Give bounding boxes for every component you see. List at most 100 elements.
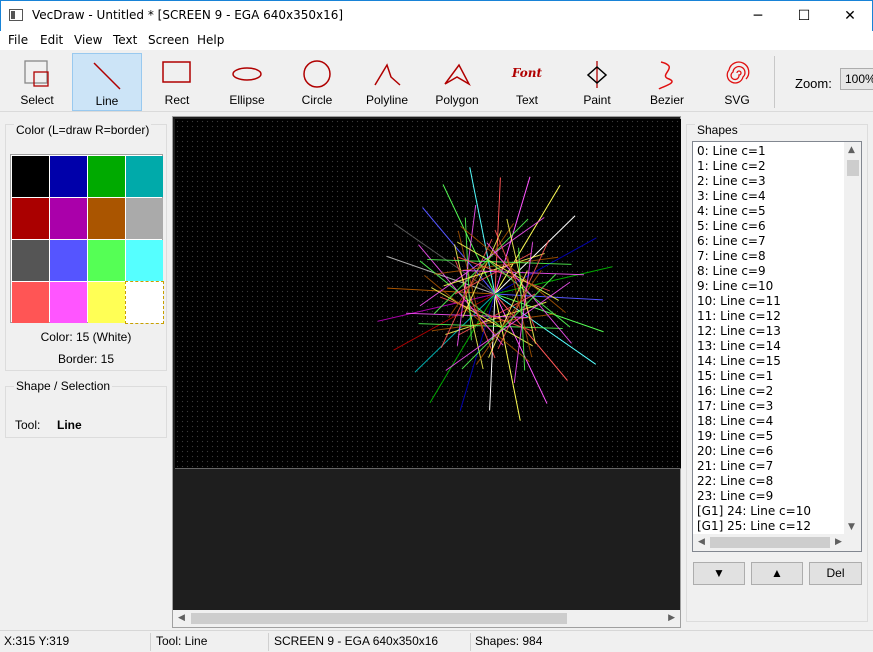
palette-swatch[interactable] bbox=[50, 282, 87, 323]
shape-list-item[interactable]: [G1] 24: Line c=10 bbox=[697, 504, 811, 519]
palette-swatch[interactable] bbox=[125, 281, 164, 324]
menu-screen[interactable]: Screen bbox=[148, 33, 189, 47]
palette-swatch[interactable] bbox=[126, 198, 163, 239]
tool-bezier[interactable]: Bezier bbox=[632, 53, 702, 111]
status-screen: SCREEN 9 - EGA 640x350x16 bbox=[274, 634, 439, 648]
shape-list-item[interactable]: 0: Line c=1 bbox=[697, 144, 766, 159]
palette-swatch[interactable] bbox=[12, 198, 49, 239]
shape-list-item[interactable]: 16: Line c=2 bbox=[697, 384, 773, 399]
shape-list-item[interactable]: 23: Line c=9 bbox=[697, 489, 773, 504]
tool-paint[interactable]: Paint bbox=[562, 53, 632, 111]
shape-list-item[interactable]: 12: Line c=13 bbox=[697, 324, 781, 339]
palette-swatch[interactable] bbox=[88, 240, 125, 281]
shape-list-item[interactable]: 3: Line c=4 bbox=[697, 189, 766, 204]
move-up-button[interactable]: ▲ bbox=[751, 562, 803, 585]
menu-edit[interactable]: Edit bbox=[40, 33, 63, 47]
maximize-icon: ☐ bbox=[797, 8, 811, 24]
app-icon bbox=[9, 9, 23, 21]
tool-circle[interactable]: Circle bbox=[282, 53, 352, 111]
shape-list-item[interactable]: 14: Line c=15 bbox=[697, 354, 781, 369]
shape-list-item[interactable]: 6: Line c=7 bbox=[697, 234, 766, 249]
drawing-canvas[interactable] bbox=[175, 119, 681, 469]
minimize-button[interactable]: ─ bbox=[735, 1, 781, 31]
palette-swatch[interactable] bbox=[50, 240, 87, 281]
close-button[interactable]: ✕ bbox=[827, 1, 873, 31]
tool-polygon[interactable]: Polygon bbox=[422, 53, 492, 111]
palette-swatch[interactable] bbox=[88, 198, 125, 239]
shape-list-item[interactable]: 5: Line c=6 bbox=[697, 219, 766, 234]
shapes-hscroll-thumb[interactable] bbox=[710, 537, 830, 548]
tool-value: Line bbox=[57, 418, 82, 432]
shapes-scroll-thumb[interactable] bbox=[847, 160, 859, 176]
shapes-scroll-left-icon[interactable]: ◀ bbox=[698, 537, 705, 547]
svg-spiral-icon bbox=[726, 61, 750, 84]
zoom-field[interactable]: 100% bbox=[840, 68, 873, 90]
shape-list-item[interactable]: 13: Line c=14 bbox=[697, 339, 781, 354]
tool-svg[interactable]: SVG bbox=[702, 53, 772, 111]
tool-circle-label: Circle bbox=[301, 93, 333, 107]
palette-swatch[interactable] bbox=[88, 156, 125, 197]
tool-polyline[interactable]: Polyline bbox=[352, 53, 422, 111]
shape-list-item[interactable]: 15: Line c=1 bbox=[697, 369, 773, 384]
palette-swatch[interactable] bbox=[50, 156, 87, 197]
canvas-scroll-thumb[interactable] bbox=[191, 613, 567, 624]
scroll-right-icon[interactable]: ▶ bbox=[668, 613, 675, 623]
tool-bezier-label: Bezier bbox=[649, 93, 684, 107]
status-separator bbox=[268, 633, 269, 651]
shapes-horizontal-scrollbar[interactable]: ◀ ▶ bbox=[693, 534, 861, 551]
shape-list-item[interactable]: 7: Line c=8 bbox=[697, 249, 766, 264]
shape-list-item[interactable]: 17: Line c=3 bbox=[697, 399, 773, 414]
tool-line[interactable]: Line bbox=[72, 53, 142, 111]
shapes-list[interactable]: [G1] 25: Line c=12 [G1] 24: Line c=10 23: … bbox=[692, 141, 862, 552]
palette-swatch[interactable] bbox=[12, 282, 49, 323]
palette-swatch[interactable] bbox=[88, 282, 125, 323]
status-shape-count: Shapes: 984 bbox=[475, 634, 543, 648]
shape-list-item[interactable]: 18: Line c=4 bbox=[697, 414, 773, 429]
tool-label: Tool: bbox=[15, 418, 41, 432]
palette-swatch[interactable] bbox=[126, 240, 163, 281]
palette-swatch[interactable] bbox=[12, 156, 49, 197]
palette-swatch[interactable] bbox=[50, 198, 87, 239]
status-bar: X:315 Y:319 Tool: Line SCREEN 9 - EGA 64… bbox=[0, 630, 873, 652]
palette-swatch[interactable] bbox=[12, 240, 49, 281]
shape-list-item[interactable]: 10: Line c=11 bbox=[697, 294, 781, 309]
tool-text[interactable]: Font Text bbox=[492, 53, 562, 111]
palette-swatch[interactable] bbox=[126, 156, 163, 197]
tool-select[interactable]: Select bbox=[2, 53, 72, 111]
status-tool: Tool: Line bbox=[156, 634, 208, 648]
shape-list-item[interactable]: 19: Line c=5 bbox=[697, 429, 773, 444]
rect-icon bbox=[162, 61, 191, 83]
menu-help[interactable]: Help bbox=[197, 33, 224, 47]
scroll-left-icon[interactable]: ◀ bbox=[178, 613, 185, 623]
shape-list-item[interactable]: 4: Line c=5 bbox=[697, 204, 766, 219]
tool-rect[interactable]: Rect bbox=[142, 53, 212, 111]
border-value: Border: 15 bbox=[57, 352, 115, 366]
canvas-horizontal-scrollbar[interactable]: ◀ ▶ bbox=[173, 610, 680, 627]
toolbar-separator bbox=[774, 56, 775, 108]
shape-list-item[interactable]: 22: Line c=8 bbox=[697, 474, 773, 489]
menu-text[interactable]: Text bbox=[113, 33, 137, 47]
shape-list-item[interactable]: [G1] 25: Line c=12 bbox=[697, 519, 811, 534]
delete-button[interactable]: Del bbox=[809, 562, 862, 585]
tool-text-label: Text bbox=[515, 93, 538, 107]
shape-list-item[interactable]: 8: Line c=9 bbox=[697, 264, 766, 279]
shape-list-item[interactable]: 2: Line c=3 bbox=[697, 174, 766, 189]
shape-list-item[interactable]: 11: Line c=12 bbox=[697, 309, 781, 324]
shape-list-item[interactable]: 9: Line c=10 bbox=[697, 279, 773, 294]
shapes-scroll-right-icon[interactable]: ▶ bbox=[835, 537, 842, 547]
shapes-vertical-scrollbar[interactable]: ▲ ▼ bbox=[844, 142, 861, 535]
scroll-up-icon[interactable]: ▲ bbox=[848, 145, 855, 155]
scroll-down-icon[interactable]: ▼ bbox=[848, 522, 855, 532]
bezier-icon bbox=[658, 61, 673, 90]
tool-ellipse[interactable]: Ellipse bbox=[212, 53, 282, 111]
maximize-button[interactable]: ☐ bbox=[781, 1, 827, 31]
menu-view[interactable]: View bbox=[74, 33, 102, 47]
shape-list-item[interactable]: 1: Line c=2 bbox=[697, 159, 766, 174]
color-group-title: Color (L=draw R=border) bbox=[14, 123, 152, 137]
menu-file[interactable]: File bbox=[8, 33, 28, 47]
move-down-button[interactable]: ▼ bbox=[693, 562, 745, 585]
minimize-icon: ─ bbox=[753, 8, 763, 24]
tool-line-label: Line bbox=[95, 94, 119, 108]
shape-list-item[interactable]: 21: Line c=7 bbox=[697, 459, 773, 474]
shape-list-item[interactable]: 20: Line c=6 bbox=[697, 444, 773, 459]
